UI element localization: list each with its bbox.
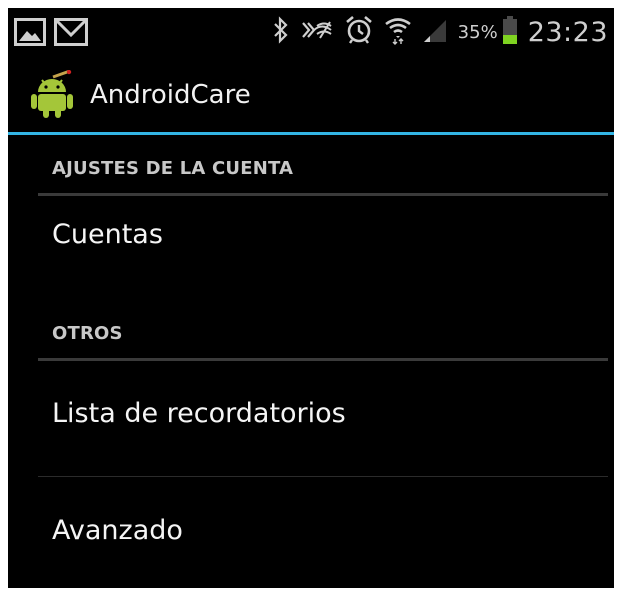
wifi-icon [384, 15, 412, 49]
alarm-icon [344, 15, 374, 49]
settings-item-advanced[interactable]: Avanzado [38, 477, 608, 588]
notification-icons [14, 18, 88, 50]
phone-screen: 35% 23:23 AndroidCare AJUSTES DE LA CUEN… [8, 8, 614, 588]
gmail-notification-icon [54, 18, 88, 50]
gallery-notification-icon [14, 18, 46, 50]
section-header-others: OTROS [38, 309, 608, 361]
battery-percentage: 35% [457, 21, 498, 43]
status-bar: 35% 23:23 [8, 8, 614, 56]
battery-icon [502, 15, 518, 49]
status-clock: 23:23 [527, 16, 608, 48]
settings-item-label: Cuentas [52, 219, 163, 250]
system-icons: 35% 23:23 [272, 8, 608, 56]
action-bar: AndroidCare [8, 58, 614, 132]
bluetooth-icon [272, 16, 290, 48]
section-header-account-settings: AJUSTES DE LA CUENTA [38, 144, 608, 196]
settings-item-reminder-list[interactable]: Lista de recordatorios [38, 361, 608, 477]
action-bar-divider [8, 132, 614, 135]
android-robot-icon[interactable] [30, 69, 74, 118]
section-header-label: OTROS [52, 323, 123, 344]
app-title: AndroidCare [90, 80, 251, 110]
nfc-icon [300, 17, 334, 47]
settings-item-label: Lista de recordatorios [52, 398, 346, 429]
settings-item-label: Avanzado [52, 515, 183, 546]
section-header-label: AJUSTES DE LA CUENTA [52, 158, 294, 179]
settings-item-accounts[interactable]: Cuentas [38, 196, 608, 304]
signal-icon [422, 16, 448, 48]
